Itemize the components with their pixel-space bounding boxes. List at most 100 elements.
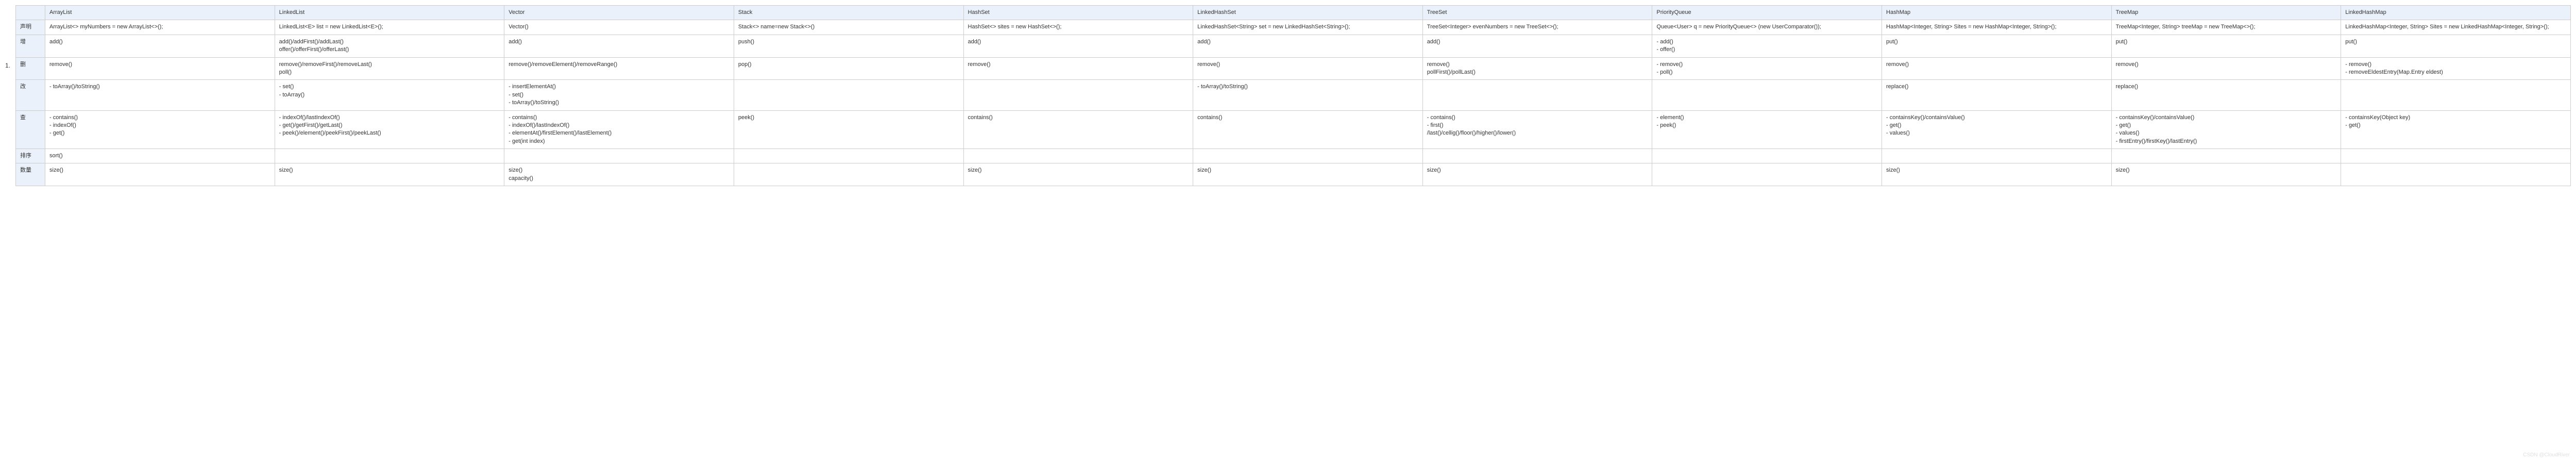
row-label: 删 [16,57,45,80]
cell [1193,149,1423,163]
cell: size() capacity() [504,163,734,186]
cell: remove() [963,57,1193,80]
col-header: Stack [734,6,963,20]
cell: size() [963,163,1193,186]
row-label: 排序 [16,149,45,163]
cell [2341,149,2571,163]
cell: - indexOf()/lastIndexOf() - get()/getFir… [275,110,504,149]
cell: - contains() - first() /last()/cellig()/… [1422,110,1652,149]
cell: - remove() - removeEldestEntry(Map.Entry… [2341,57,2571,80]
cell: - insertElementAt() - set() - toArray()/… [504,80,734,110]
cell: size() [275,163,504,186]
cell: - contains() - indexOf()/lastIndexOf() -… [504,110,734,149]
table-row: 增add()add()/addFirst()/addLast() offer()… [16,35,2571,57]
cell [1652,149,1882,163]
cell [2341,163,2571,186]
cell: HashSet<> sites = new HashSet<>(); [963,20,1193,35]
cell: Stack<> name=new Stack<>() [734,20,963,35]
col-header: TreeMap [2111,6,2341,20]
cell: sort() [45,149,275,163]
cell [275,149,504,163]
row-label: 改 [16,80,45,110]
cell [963,80,1193,110]
cell: - contains() - indexOf() - get() [45,110,275,149]
cell: LinkedHashSet<String> set = new LinkedHa… [1193,20,1423,35]
cell: add() [1193,35,1423,57]
table-row: 数量size()size()size() capacity()size()siz… [16,163,2571,186]
cell: Vector() [504,20,734,35]
cell: - remove() - poll() [1652,57,1882,80]
cell: replace() [2111,80,2341,110]
table-row: 声明ArrayList<> myNumbers = new ArrayList<… [16,20,2571,35]
row-label: 增 [16,35,45,57]
cell [1882,149,2112,163]
cell: Queue<User> q = new PriorityQueue<> (new… [1652,20,1882,35]
cell: size() [2111,163,2341,186]
cell: - containsKey(Object key) - get() [2341,110,2571,149]
cell: - containsKey()/containsValue() - get() … [1882,110,2112,149]
cell: remove() pollFirst()/pollLast() [1422,57,1652,80]
cell [2111,149,2341,163]
cell: size() [1193,163,1423,186]
cell: remove()/removeElement()/removeRange() [504,57,734,80]
cell: ArrayList<> myNumbers = new ArrayList<>(… [45,20,275,35]
cell: - containsKey()/containsValue() - get() … [2111,110,2341,149]
corner-cell [16,6,45,20]
cell [734,149,963,163]
col-header: Vector [504,6,734,20]
cell: replace() [1882,80,2112,110]
cell [963,149,1193,163]
cell: LinkedHashMap<Integer, String> Sites = n… [2341,20,2571,35]
table-row: 删remove()remove()/removeFirst()/removeLa… [16,57,2571,80]
cell: TreeMap<Integer, String> treeMap = new T… [2111,20,2341,35]
cell: LinkedList<E> list = new LinkedList<E>()… [275,20,504,35]
cell: remove() [1882,57,2112,80]
cell: TreeSet<Integer> evenNumbers = new TreeS… [1422,20,1652,35]
cell [1422,80,1652,110]
cell: contains() [1193,110,1423,149]
cell: add() [963,35,1193,57]
table-row: 改- toArray()/toString()- set() - toArray… [16,80,2571,110]
cell: push() [734,35,963,57]
cell: add() [45,35,275,57]
col-header: TreeSet [1422,6,1652,20]
cell: - toArray()/toString() [45,80,275,110]
cell: contains() [963,110,1193,149]
cell [504,149,734,163]
list-number: 1. [5,5,15,69]
cell [1422,149,1652,163]
col-header: LinkedList [275,6,504,20]
cell: put() [2341,35,2571,57]
cell [734,80,963,110]
col-header: LinkedHashSet [1193,6,1423,20]
cell [2341,80,2571,110]
col-header: PriorityQueue [1652,6,1882,20]
cell: remove()/removeFirst()/removeLast() poll… [275,57,504,80]
cell: - toArray()/toString() [1193,80,1423,110]
cell: add() [1422,35,1652,57]
cell: remove() [2111,57,2341,80]
cell [1652,80,1882,110]
col-header: HashMap [1882,6,2112,20]
cell: peek() [734,110,963,149]
cell: put() [1882,35,2112,57]
row-label: 声明 [16,20,45,35]
cell: size() [1882,163,2112,186]
watermark: CSDN @CloudRiver [2523,452,2570,458]
col-header: HashSet [963,6,1193,20]
table-row: 查- contains() - indexOf() - get()- index… [16,110,2571,149]
cell: add() [504,35,734,57]
col-header: LinkedHashMap [2341,6,2571,20]
cell: put() [2111,35,2341,57]
cell: add()/addFirst()/addLast() offer()/offer… [275,35,504,57]
row-label: 数量 [16,163,45,186]
cell: pop() [734,57,963,80]
row-label: 查 [16,110,45,149]
cell: remove() [1193,57,1423,80]
cell: HashMap<Integer, String> Sites = new Has… [1882,20,2112,35]
cell: - element() - peek() [1652,110,1882,149]
cell: remove() [45,57,275,80]
table-row: 排序sort() [16,149,2571,163]
cell [734,163,963,186]
col-header: ArrayList [45,6,275,20]
